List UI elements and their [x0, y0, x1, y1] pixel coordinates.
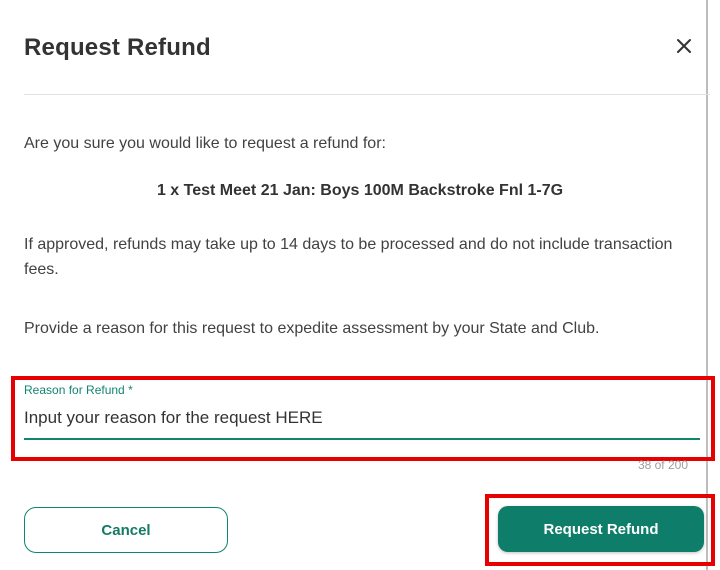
close-icon: [677, 39, 691, 53]
dialog-title: Request Refund: [24, 34, 211, 61]
request-refund-dialog: Request Refund Are you sure you would li…: [0, 0, 715, 570]
close-button[interactable]: [670, 32, 698, 60]
character-counter: 38 of 200: [637, 458, 688, 472]
reason-field-label: Reason for Refund *: [24, 383, 133, 397]
reason-for-refund-field: Reason for Refund *: [24, 383, 704, 449]
dialog-header: Request Refund: [24, 34, 698, 66]
reason-field-underline: [24, 438, 700, 440]
approval-notice-text: If approved, refunds may take up to 14 d…: [24, 236, 673, 278]
cancel-button[interactable]: Cancel: [24, 507, 228, 553]
request-refund-button[interactable]: Request Refund: [498, 506, 704, 552]
header-divider: [24, 94, 710, 95]
confirm-text: Are you sure you would like to request a…: [24, 135, 386, 152]
refund-item-text: 1 x Test Meet 21 Jan: Boys 100M Backstro…: [156, 182, 564, 199]
reason-input[interactable]: [24, 405, 698, 431]
reason-prompt-text: Provide a reason for this request to exp…: [24, 320, 600, 337]
